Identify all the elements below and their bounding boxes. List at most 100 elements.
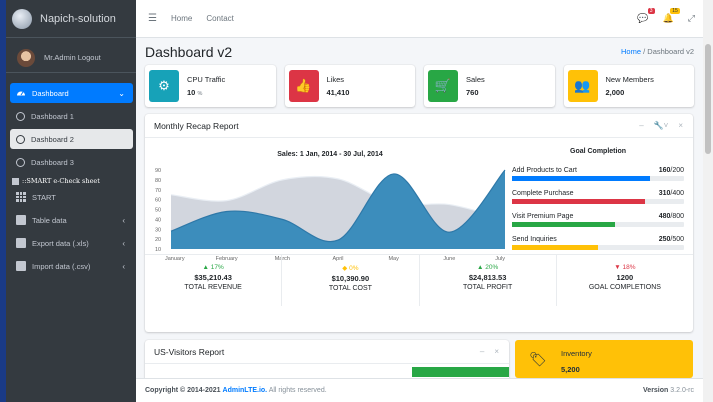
circle-icon [16, 134, 25, 144]
goal-value: 250/500 [658, 236, 684, 243]
document-icon [16, 261, 26, 271]
info-box-cpu-traffic: ⚙ CPU Traffic 10 % [145, 65, 276, 107]
stat-value: $10,390.90 [331, 274, 370, 283]
chart-title: Sales: 1 Jan, 2014 - 30 Jul, 2014 [277, 151, 383, 158]
close-icon[interactable]: × [678, 121, 683, 130]
sidebar-item-dashboard-1[interactable]: Dashboard 1 [10, 106, 133, 126]
progress-fill [512, 176, 650, 181]
info-box-label: Sales [466, 74, 485, 84]
info-box-label: New Members [605, 74, 654, 84]
progress-fill [512, 199, 646, 204]
checklist-icon [12, 177, 19, 185]
sidebar-item-label: Export data (.xls) [32, 238, 89, 248]
hamburger-menu-icon[interactable]: ☰ [148, 13, 157, 24]
goal-label: Send Inquiries [512, 236, 557, 243]
breadcrumb-home-link[interactable]: Home [621, 47, 641, 56]
info-box-value: 760 [466, 88, 479, 98]
nav-link-home[interactable]: Home [171, 14, 192, 23]
trend-arrow-icon: ▲ [476, 264, 486, 271]
sidebar-item-label: Dashboard 1 [31, 111, 74, 121]
page-scrollbar[interactable] [703, 0, 713, 402]
collapse-icon[interactable]: – [480, 347, 484, 356]
progress-fill [512, 245, 598, 250]
sales-area-chart: 908070605040302010January February March Ap… [155, 168, 506, 262]
sidebar-item-label: Table data [32, 215, 67, 225]
info-box-label: CPU Traffic [187, 74, 226, 84]
y-tick-label: 60 [155, 198, 161, 204]
chevron-left-icon: ‹ [122, 215, 125, 225]
stat-label: GOAL COMPLETIONS [588, 284, 661, 291]
sidebar-item-label: Dashboard [32, 88, 69, 98]
bell-icon[interactable]: 🔔 15 [663, 8, 680, 24]
sidebar-item-import-data[interactable]: Import data (.csv) ‹ [10, 256, 133, 276]
brand-link[interactable]: Napich-solution [6, 0, 136, 38]
stat-block: ▲ 17% $35,210.43 TOTAL REVENUE [145, 255, 283, 306]
notifications-badge: 15 [670, 8, 680, 14]
page-footer: Copyright © 2014-2021 AdminLTE.io. All r… [136, 378, 703, 402]
shopping-cart-icon: 🛒 [428, 70, 458, 102]
goal-title: Goal Completion [570, 148, 626, 155]
brand-logo-icon [12, 8, 32, 29]
progress-bar [512, 222, 684, 227]
copyright: Copyright © 2014-2021 AdminLTE.io. All r… [145, 387, 327, 394]
chevron-down-icon: ⌄ [118, 88, 125, 98]
gear-icon: ⚙ [149, 70, 179, 102]
progress-fill [512, 222, 616, 227]
goal-item: Add Products to Cart 160/200 [512, 167, 684, 181]
goal-value: 160/200 [658, 167, 684, 174]
collapse-icon[interactable]: – [639, 121, 643, 130]
inventory-value: 5,200 [561, 365, 580, 374]
stat-block: ▼ 18% 1200 GOAL COMPLETIONS [557, 255, 693, 306]
close-icon[interactable]: × [494, 347, 499, 356]
sidebar-item-dashboard[interactable]: Dashboard ⌄ [10, 83, 133, 103]
avatar [17, 48, 35, 67]
card-header: US-Visitors Report – × [145, 340, 509, 364]
goal-label: Visit Premium Page [512, 213, 574, 220]
messages-icon[interactable]: 💬 3 [637, 8, 655, 24]
sidebar-item-dashboard-2[interactable]: Dashboard 2 [10, 129, 133, 149]
user-panel[interactable]: Mr.Admin Logout [6, 43, 136, 73]
inventory-label: Inventory [561, 349, 592, 358]
trend-arrow-icon: ▲ [202, 264, 211, 271]
circle-icon [16, 111, 25, 121]
goal-completion: Goal Completion Add Products to Cart 160/… [512, 148, 684, 259]
sidebar: Napich-solution Mr.Admin Logout Dashboar… [6, 0, 136, 402]
sidebar-item-table-data[interactable]: Table data ‹ [10, 210, 133, 230]
card-header: Monthly Recap Report – 🔧˅ × [145, 114, 693, 138]
scrollbar-thumb[interactable] [705, 44, 711, 154]
sidebar-item-export-data[interactable]: Export data (.xls) ‹ [10, 233, 133, 253]
section-label: ::SMART e-Check sheet [22, 177, 100, 185]
y-tick-label: 20 [155, 237, 161, 243]
document-icon [16, 238, 26, 248]
breadcrumb-separator: / [643, 47, 646, 56]
goal-item: Visit Premium Page 480/800 [512, 213, 684, 227]
sidebar-item-start[interactable]: START [10, 187, 133, 207]
stat-percent: ▲ 17% [202, 264, 224, 271]
wrench-icon[interactable]: 🔧˅ [654, 121, 669, 130]
stat-value: $35,210.43 [194, 273, 232, 282]
y-tick-label: 80 [155, 178, 161, 184]
fullscreen-icon[interactable]: ⤢ [688, 13, 695, 24]
circle-icon [16, 157, 25, 167]
user-logout-link[interactable]: Mr.Admin Logout [44, 53, 101, 62]
y-tick-label: 90 [155, 168, 161, 174]
sidebar-item-dashboard-3[interactable]: Dashboard 3 [10, 152, 133, 172]
breadcrumb: Home / Dashboard v2 [621, 47, 694, 56]
thumbs-up-icon: 👍 [288, 70, 319, 102]
goal-item: Complete Purchase 310/400 [512, 190, 684, 204]
stat-block: ◆ 0% $10,390.90 TOTAL COST [282, 255, 420, 306]
brand-name: Napich-solution [40, 12, 116, 25]
sidebar-item-label: Import data (.csv) [32, 261, 91, 271]
version-info: Version 3.2.0-rc [643, 387, 694, 394]
progress-bar [512, 245, 684, 250]
info-box-value: 10 % [187, 88, 203, 98]
stat-percent: ▲ 20% [476, 264, 499, 271]
stat-label: TOTAL PROFIT [462, 284, 513, 291]
messages-badge: 3 [647, 8, 655, 14]
adminlte-link[interactable]: AdminLTE.io. [223, 387, 268, 394]
content-header: Dashboard v2 Home / Dashboard v2 [136, 38, 703, 65]
nav-link-contact[interactable]: Contact [206, 14, 234, 23]
info-boxes: ⚙ CPU Traffic 10 % 👍 Likes 41,410 🛒 Sale… [136, 65, 703, 107]
stat-value: $24,813.53 [468, 273, 507, 282]
page-title: Dashboard v2 [145, 43, 233, 60]
